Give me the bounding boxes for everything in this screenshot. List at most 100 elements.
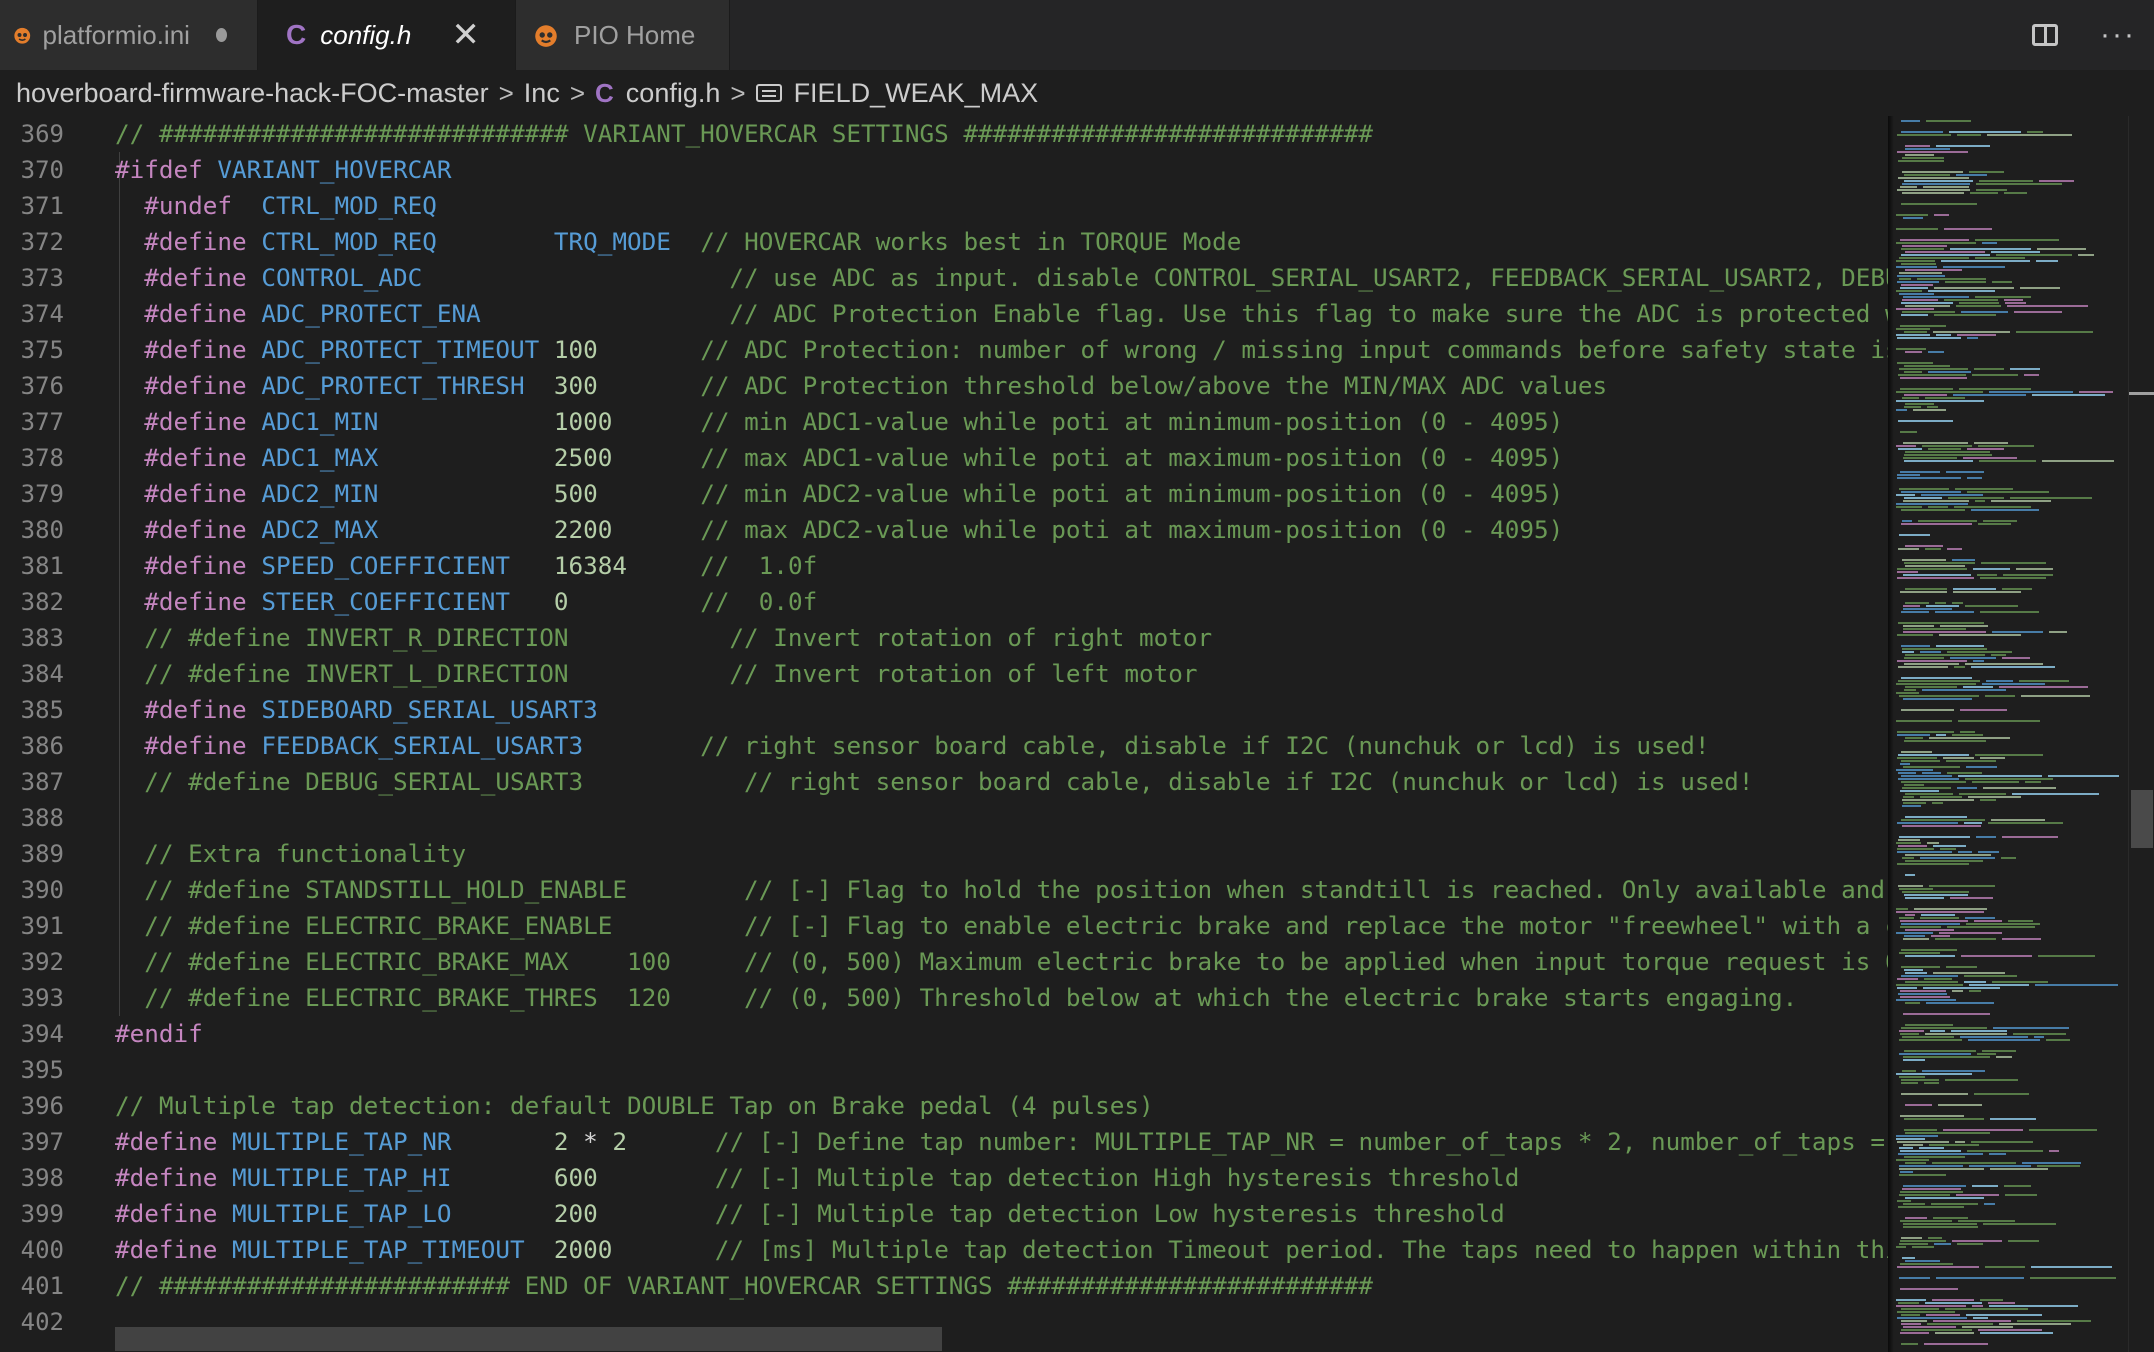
minimap-line (1899, 1277, 1930, 1279)
minimap-line (1954, 666, 1965, 668)
breadcrumb-file[interactable]: config.h (626, 78, 721, 109)
code-line[interactable]: #define ADC2_MAX 2200 // max ADC2-value … (115, 512, 1888, 548)
minimap-line (1926, 1002, 1994, 1004)
close-icon[interactable]: ✕ (451, 18, 480, 52)
code-line[interactable]: // ######################## END OF VARIA… (115, 1268, 1888, 1304)
breadcrumb-symbol[interactable]: FIELD_WEAK_MAX (794, 78, 1039, 109)
code-comment: // #define INVERT_R_DIRECTION // Invert … (144, 623, 1213, 652)
minimap-line (1902, 183, 1970, 185)
minimap-line (1903, 1059, 1925, 1061)
minimap-line (1960, 1036, 2028, 1038)
code-line[interactable]: #undef CTRL_MOD_REQ (115, 188, 1888, 224)
code-line[interactable]: #define ADC_PROTECT_TIMEOUT 100 // ADC P… (115, 332, 1888, 368)
code-identifier: STEER_COEFFICIENT (261, 587, 510, 616)
tab-pio-home[interactable]: PIO Home (516, 0, 730, 70)
code-line[interactable]: // #define ELECTRIC_BRAKE_MAX 100 // (0,… (115, 944, 1888, 980)
code-line[interactable]: #define ADC_PROTECT_ENA // ADC Protectio… (115, 296, 1888, 332)
split-editor-icon[interactable] (2032, 24, 2059, 46)
minimap[interactable] (1888, 116, 2128, 1352)
code-line[interactable]: #define ADC1_MAX 2500 // max ADC1-value … (115, 440, 1888, 476)
code-line[interactable]: #define CTRL_MOD_REQ TRQ_MODE // HOVERCA… (115, 224, 1888, 260)
code-line[interactable]: #define MULTIPLE_TAP_NR 2 * 2 // [-] Def… (115, 1124, 1888, 1160)
code-line[interactable]: // #define ELECTRIC_BRAKE_THRES 120 // (… (115, 980, 1888, 1016)
code-line[interactable]: // #define INVERT_R_DIRECTION // Invert … (115, 620, 1888, 656)
minimap-line (1979, 460, 2036, 462)
minimap-line (1896, 409, 1907, 411)
minimap-line (1986, 680, 2013, 682)
minimap-line (1896, 842, 1921, 844)
minimap-line (1936, 145, 1990, 147)
minimap-line (1904, 935, 1925, 937)
minimap-line (1901, 1343, 1918, 1345)
unsaved-dot-icon[interactable] (215, 28, 227, 42)
minimap-line (1950, 248, 2031, 250)
minimap-line (1917, 278, 1986, 280)
minimap-line (1900, 1263, 1953, 1265)
code-line[interactable]: #define ADC2_MIN 500 // min ADC2-value w… (115, 476, 1888, 512)
minimap-line (1899, 1168, 1984, 1170)
minimap-line (2005, 1194, 2037, 1196)
more-actions-icon[interactable]: ··· (2100, 18, 2136, 52)
code-line[interactable]: #define SIDEBOARD_SERIAL_USART3 (115, 692, 1888, 728)
code-line[interactable]: // #define STANDSTILL_HOLD_ENABLE // [-]… (115, 872, 1888, 908)
minimap-line (1930, 1030, 1945, 1032)
code-line[interactable]: #define MULTIPLE_TAP_TIMEOUT 2000 // [ms… (115, 1232, 1888, 1268)
code-line[interactable]: // #define INVERT_L_DIRECTION // Invert … (115, 656, 1888, 692)
minimap-line (1897, 577, 1974, 579)
minimap-line (1898, 845, 1927, 847)
minimap-line (1905, 154, 1934, 156)
code-keyword: #define (144, 551, 247, 580)
code-area[interactable]: // ############################ VARIANT_… (115, 116, 1888, 1340)
minimap-line (1974, 442, 2008, 444)
code-line[interactable] (115, 800, 1888, 836)
code-line[interactable]: #define CONTROL_ADC // use ADC as input.… (115, 260, 1888, 296)
code-line[interactable]: #define ADC1_MIN 1000 // min ADC1-value … (115, 404, 1888, 440)
minimap-line (1899, 368, 1968, 370)
code-line[interactable]: #endif (115, 1016, 1888, 1052)
minimap-line (1955, 488, 2013, 490)
code-comment: // #define STANDSTILL_HOLD_ENABLE // [-]… (144, 875, 1885, 904)
breadcrumb-folder[interactable]: Inc (524, 78, 560, 109)
breadcrumb-project[interactable]: hoverboard-firmware-hack-FOC-master (16, 78, 489, 109)
minimap-line (1905, 545, 1943, 547)
code-line[interactable]: #define STEER_COEFFICIENT 0 // 0.0f (115, 584, 1888, 620)
code-line[interactable]: // Multiple tap detection: default DOUBL… (115, 1088, 1888, 1124)
minimap-line (1900, 763, 1910, 765)
minimap-line (1969, 171, 2004, 173)
minimap-line (1896, 308, 1934, 310)
code-line[interactable]: #define ADC_PROTECT_THRESH 300 // ADC Pr… (115, 368, 1888, 404)
code-line[interactable]: // ############################ VARIANT_… (115, 116, 1888, 152)
code-line[interactable]: #define MULTIPLE_TAP_LO 200 // [-] Multi… (115, 1196, 1888, 1232)
code-line[interactable]: #define FEEDBACK_SERIAL_USART3 // right … (115, 728, 1888, 764)
code-line[interactable] (115, 1052, 1888, 1088)
code-editor[interactable]: 369 370 371 372 373 374 375 376 377 378 379 380 381 3… (0, 116, 1888, 1352)
code-line[interactable]: // Extra functionality (115, 836, 1888, 872)
minimap-line (1901, 1079, 1939, 1081)
minimap-line (1900, 996, 1950, 998)
line-number: 386 (20, 732, 64, 760)
code-number: 2200 (553, 515, 613, 544)
code-line[interactable]: #define MULTIPLE_TAP_HI 600 // [-] Multi… (115, 1160, 1888, 1196)
tab-platformio-ini[interactable]: platformio.ini (0, 0, 258, 70)
minimap-line (1978, 851, 1999, 853)
code-keyword: #define (115, 1199, 218, 1228)
minimap-line (2079, 391, 2113, 393)
minimap-line (1897, 634, 1933, 636)
minimap-line (1976, 189, 2007, 191)
vertical-scrollbar[interactable] (2128, 116, 2154, 1352)
tab-config-h[interactable]: C config.h ✕ (258, 0, 516, 70)
line-number: 377 (20, 408, 64, 436)
horizontal-scrollbar[interactable] (115, 1327, 942, 1351)
code-line[interactable]: // #define DEBUG_SERIAL_USART3 // right … (115, 764, 1888, 800)
code-line[interactable]: // #define ELECTRIC_BRAKE_ENABLE // [-] … (115, 908, 1888, 944)
minimap-line (1896, 984, 1963, 986)
code-line[interactable]: #define SPEED_COEFFICIENT 16384 // 1.0f (115, 548, 1888, 584)
scrollbar-thumb[interactable] (2131, 790, 2153, 848)
code-line[interactable]: #ifdef VARIANT_HOVERCAR (115, 152, 1888, 188)
